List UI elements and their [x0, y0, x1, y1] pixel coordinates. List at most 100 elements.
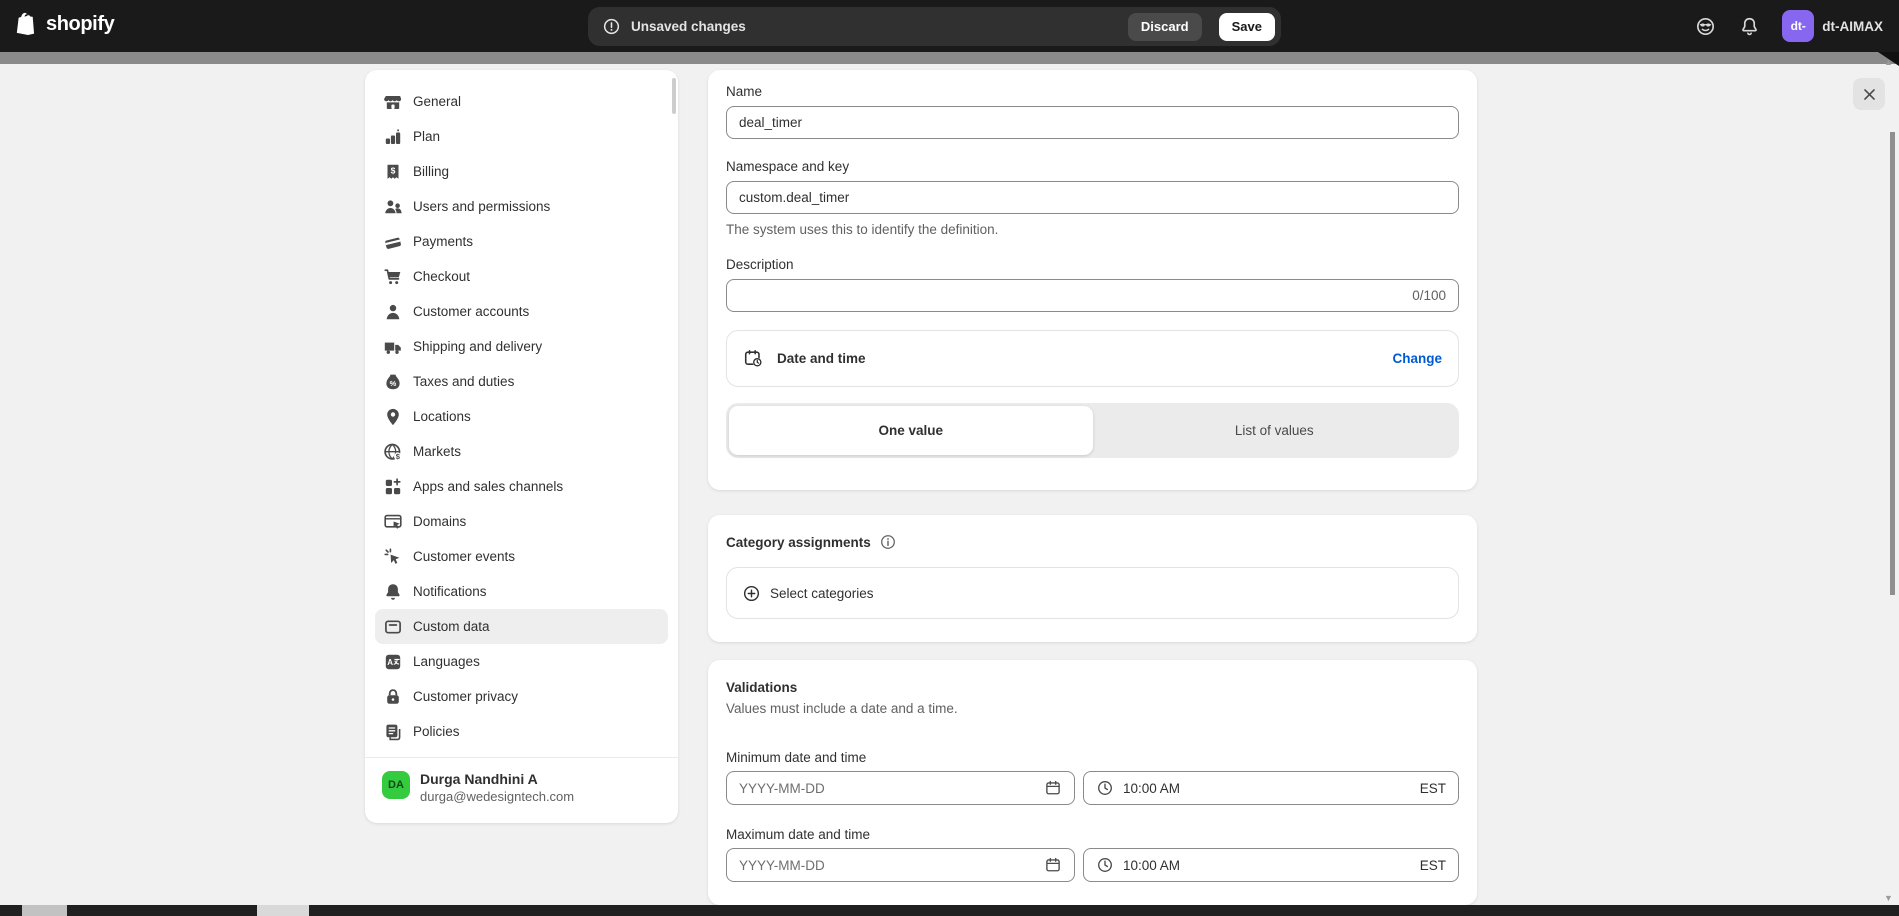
sidebar-item-label: Languages	[413, 654, 480, 669]
sidebar-item-billing[interactable]: Billing	[375, 154, 668, 189]
sidebar-item-users-and-permissions[interactable]: Users and permissions	[375, 189, 668, 224]
sidebar-item-checkout[interactable]: Checkout	[375, 259, 668, 294]
sidebar-item-markets[interactable]: Markets	[375, 434, 668, 469]
sidebar-item-label: Shipping and delivery	[413, 339, 542, 354]
discard-button[interactable]: Discard	[1128, 13, 1202, 41]
sidebar-item-label: Users and permissions	[413, 199, 550, 214]
sidebar-item-label: Customer accounts	[413, 304, 529, 319]
taskbar-segment	[257, 905, 309, 916]
shopify-bag-icon	[14, 11, 41, 38]
max-date-input[interactable]	[739, 858, 1035, 873]
shopify-wordmark: shopify	[46, 13, 114, 36]
sidebar-item-label: Notifications	[413, 584, 487, 599]
sidebar-item-policies[interactable]: Policies	[375, 714, 668, 749]
name-label: Name	[726, 84, 1459, 99]
min-time-field[interactable]: 10:00 AM EST	[1083, 771, 1459, 805]
sidebar-item-locations[interactable]: Locations	[375, 399, 668, 434]
select-categories-button[interactable]: Select categories	[726, 567, 1459, 619]
cardinality-toggle: One value List of values	[726, 403, 1459, 458]
settings-nav: General Plan Billing Users and permissio…	[365, 70, 678, 749]
taskbar-segment	[22, 905, 67, 916]
dimmed-backdrop-top	[0, 52, 1899, 64]
topbar: shopify Unsaved changes Discard Save dt-…	[0, 0, 1899, 52]
calendar-icon	[1044, 779, 1062, 797]
sidebar-item-label: Checkout	[413, 269, 470, 284]
sidebar-item-taxes-and-duties[interactable]: Taxes and duties	[375, 364, 668, 399]
sidebar-item-apps-and-sales-channels[interactable]: Apps and sales channels	[375, 469, 668, 504]
list-of-values-tab[interactable]: List of values	[1093, 406, 1457, 455]
description-counter: 0/100	[1412, 288, 1446, 303]
sidebar-item-notifications[interactable]: Notifications	[375, 574, 668, 609]
min-timezone: EST	[1420, 781, 1446, 796]
change-type-link[interactable]: Change	[1392, 351, 1442, 366]
min-date-field[interactable]	[726, 771, 1075, 805]
mouse-cursor	[1878, 52, 1899, 66]
store-avatar: dt-	[1782, 10, 1814, 42]
save-button[interactable]: Save	[1219, 13, 1275, 41]
sidekick-button[interactable]	[1688, 9, 1722, 43]
sidebar-item-domains[interactable]: Domains	[375, 504, 668, 539]
validations-title: Validations	[726, 680, 797, 695]
close-settings-button[interactable]	[1853, 78, 1885, 110]
date-time-icon	[743, 348, 764, 369]
namespace-key-input[interactable]	[726, 181, 1459, 214]
sidebar-item-label: General	[413, 94, 461, 109]
bell-icon	[1739, 16, 1760, 37]
max-time-value: 10:00 AM	[1123, 858, 1180, 873]
namespace-label: Namespace and key	[726, 159, 1459, 174]
settings-sidebar: General Plan Billing Users and permissio…	[365, 70, 678, 823]
topbar-right: dt- dt-AIMAX	[1688, 0, 1889, 52]
max-timezone: EST	[1420, 858, 1446, 873]
max-date-field[interactable]	[726, 848, 1075, 882]
store-name: dt-AIMAX	[1822, 19, 1883, 34]
store-menu[interactable]: dt- dt-AIMAX	[1776, 6, 1889, 46]
description-input[interactable]	[726, 279, 1459, 312]
settings-modal-area: General Plan Billing Users and permissio…	[0, 64, 1899, 905]
sidebar-item-label: Domains	[413, 514, 466, 529]
sidebar-item-label: Policies	[413, 724, 460, 739]
sidebar-item-languages[interactable]: Languages	[375, 644, 668, 679]
info-icon[interactable]	[879, 533, 897, 551]
close-icon	[1860, 85, 1879, 104]
sidekick-icon	[1695, 16, 1716, 37]
taskbar-edge	[0, 905, 1899, 916]
unsaved-changes-message: Unsaved changes	[631, 19, 746, 34]
min-date-input[interactable]	[739, 781, 1035, 796]
sidebar-item-label: Taxes and duties	[413, 374, 514, 389]
sidebar-item-label: Payments	[413, 234, 473, 249]
sidebar-item-customer-privacy[interactable]: Customer privacy	[375, 679, 668, 714]
description-label: Description	[726, 257, 1459, 272]
min-time-value: 10:00 AM	[1123, 781, 1180, 796]
sidebar-item-customer-events[interactable]: Customer events	[375, 539, 668, 574]
min-date-label: Minimum date and time	[726, 750, 1459, 765]
name-input[interactable]	[726, 106, 1459, 139]
plus-circle-icon	[742, 584, 761, 603]
sidebar-item-custom-data[interactable]: Custom data	[375, 609, 668, 644]
sidebar-item-customer-accounts[interactable]: Customer accounts	[375, 294, 668, 329]
sidebar-item-payments[interactable]: Payments	[375, 224, 668, 259]
page-scrollbar-thumb[interactable]	[1890, 132, 1895, 595]
user-avatar: DA	[382, 771, 410, 799]
one-value-tab[interactable]: One value	[729, 406, 1093, 455]
user-name: Durga Nandhini A	[420, 771, 574, 788]
sidebar-scrollbar[interactable]	[672, 78, 676, 114]
sidebar-item-general[interactable]: General	[375, 84, 668, 119]
sidebar-item-label: Billing	[413, 164, 449, 179]
validations-subtitle: Values must include a date and a time.	[726, 701, 1459, 716]
unsaved-changes-bar: Unsaved changes Discard Save	[588, 7, 1281, 46]
sidebar-item-shipping-and-delivery[interactable]: Shipping and delivery	[375, 329, 668, 364]
metafield-type-label: Date and time	[777, 351, 866, 366]
max-time-field[interactable]: 10:00 AM EST	[1083, 848, 1459, 882]
calendar-icon	[1044, 856, 1062, 874]
namespace-help-text: The system uses this to identify the def…	[726, 222, 1459, 237]
max-date-label: Maximum date and time	[726, 827, 1459, 842]
sidebar-item-label: Customer privacy	[413, 689, 518, 704]
user-email: durga@wedesigntech.com	[420, 788, 574, 805]
shopify-logo[interactable]: shopify	[14, 11, 114, 38]
notifications-button[interactable]	[1732, 9, 1766, 43]
sidebar-item-label: Custom data	[413, 619, 490, 634]
sidebar-item-label: Customer events	[413, 549, 515, 564]
sidebar-item-plan[interactable]: Plan	[375, 119, 668, 154]
scrollbar-down-arrow[interactable]: ▼	[1884, 894, 1893, 903]
user-section: DA Durga Nandhini A durga@wedesigntech.c…	[365, 758, 678, 805]
